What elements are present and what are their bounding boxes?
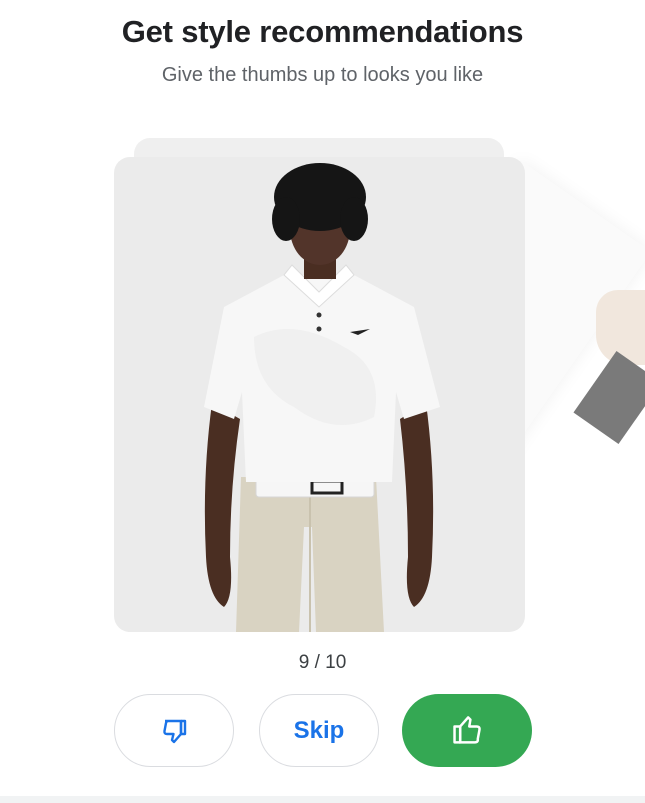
outfit-card[interactable] xyxy=(114,157,525,632)
page-title: Get style recommendations xyxy=(121,14,524,49)
like-button[interactable] xyxy=(402,694,532,767)
style-recommendations-screen: Get style recommendations Give the thumb… xyxy=(0,0,645,803)
thumbs-up-icon xyxy=(453,715,481,744)
dislike-button[interactable] xyxy=(114,694,234,767)
bottom-divider xyxy=(0,796,645,803)
progress-counter: 9 / 10 xyxy=(298,652,347,673)
swiped-card-image-garment xyxy=(573,351,645,444)
thumbs-down-icon xyxy=(163,719,187,743)
skip-button-label: Skip xyxy=(293,716,345,744)
skip-button[interactable]: Skip xyxy=(259,694,379,767)
page-subtitle: Give the thumbs up to looks you like xyxy=(161,64,484,86)
outfit-photo xyxy=(204,163,440,632)
